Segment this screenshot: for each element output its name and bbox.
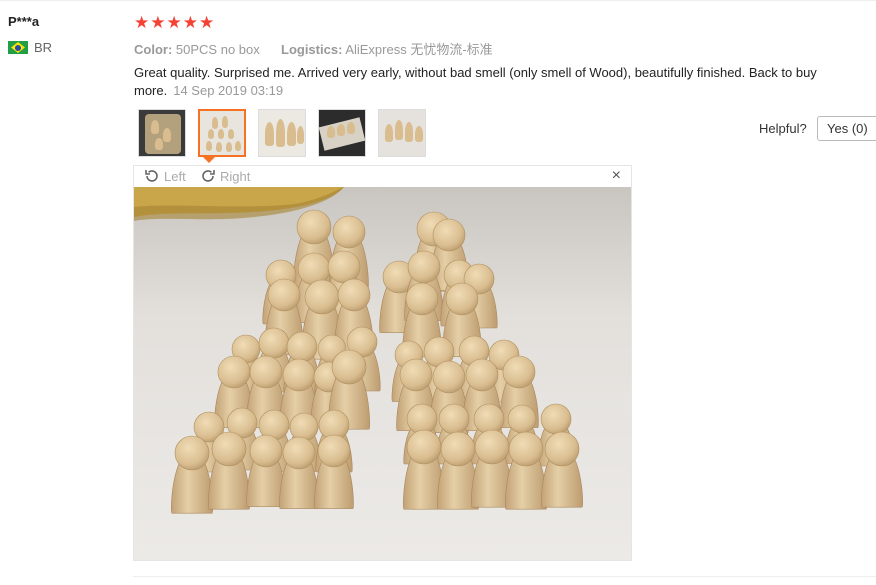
star-rating: ★ ★ ★ ★ ★ bbox=[134, 14, 214, 32]
helpful-label: Helpful? bbox=[759, 121, 807, 136]
review-thumbnails bbox=[138, 109, 426, 157]
wooden-peg-dolls-photo bbox=[134, 187, 631, 560]
rotate-right-icon bbox=[202, 170, 215, 182]
review-date: 14 Sep 2019 03:19 bbox=[173, 83, 284, 98]
rotate-left-button[interactable]: Left bbox=[144, 168, 186, 184]
rotate-left-label: Left bbox=[164, 168, 186, 184]
review-photo-thumbnail[interactable] bbox=[318, 109, 366, 157]
logistics-label: Logistics: bbox=[281, 42, 343, 57]
reviewer-name: P***a bbox=[8, 14, 40, 29]
bottom-divider bbox=[133, 576, 876, 577]
color-label: Color: bbox=[134, 42, 173, 57]
review-photo-thumbnail[interactable] bbox=[378, 109, 426, 157]
star-icon: ★ bbox=[166, 13, 182, 32]
order-info: Color: 50PCS no box Logistics: AliExpres… bbox=[134, 39, 493, 58]
viewer-toolbar: Left Right × bbox=[134, 166, 631, 187]
rotate-right-label: Right bbox=[220, 168, 251, 184]
top-divider bbox=[0, 0, 876, 1]
review-photo-thumbnail-active[interactable] bbox=[198, 109, 246, 157]
logistics-value: AliExpress 无忧物流-标准 bbox=[345, 42, 493, 57]
rotate-left-icon bbox=[145, 170, 158, 182]
review-photo-thumbnail[interactable] bbox=[258, 109, 306, 157]
active-thumbnail-pointer bbox=[203, 157, 215, 163]
star-icon: ★ bbox=[182, 13, 198, 32]
star-icon: ★ bbox=[199, 13, 215, 32]
country-code: BR bbox=[34, 40, 53, 55]
color-value: 50PCS no box bbox=[175, 42, 260, 57]
reviewer-country: BR bbox=[8, 40, 52, 55]
star-icon: ★ bbox=[134, 13, 150, 32]
close-viewer-button[interactable]: × bbox=[612, 167, 621, 185]
review-photo-thumbnail[interactable] bbox=[138, 109, 186, 157]
brazil-flag-icon bbox=[8, 41, 28, 54]
helpful-yes-button[interactable]: Yes (0) bbox=[817, 116, 876, 141]
review-photo bbox=[134, 187, 631, 560]
star-icon: ★ bbox=[150, 13, 166, 32]
photo-viewer: Left Right × bbox=[133, 165, 632, 561]
review-body: Great quality. Surprised me. Arrived ver… bbox=[134, 64, 834, 100]
rotate-right-button[interactable]: Right bbox=[200, 168, 250, 184]
